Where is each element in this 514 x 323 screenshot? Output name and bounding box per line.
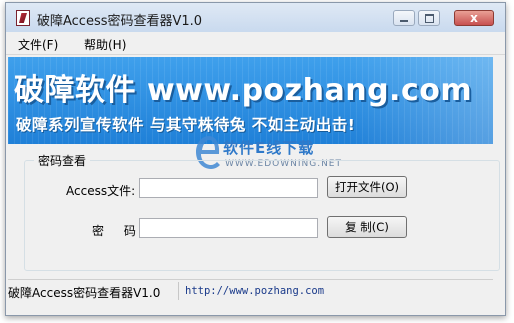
- access-file-label: Access文件:: [66, 184, 136, 198]
- status-app-name: 破障Access密码查看器V1.0: [8, 286, 161, 300]
- password-view-group: [24, 160, 500, 271]
- menu-help[interactable]: 帮助(H): [84, 36, 126, 53]
- copy-button[interactable]: 复 制(C): [327, 216, 407, 238]
- status-website-link[interactable]: http://www.pozhang.com: [185, 285, 324, 297]
- close-button[interactable]: x: [454, 10, 494, 26]
- access-file-input[interactable]: [139, 178, 318, 198]
- banner-slogan: 破障系列宣传软件 与其守株待兔 不如主动出击!: [16, 116, 356, 134]
- promo-banner[interactable]: 破障软件 www.pozhang.com 破障系列宣传软件 与其守株待兔 不如主…: [8, 57, 493, 144]
- app-logo-icon: [16, 10, 30, 26]
- status-divider: [178, 282, 179, 300]
- maximize-button[interactable]: [418, 10, 440, 26]
- password-output-field[interactable]: [139, 218, 318, 238]
- open-file-button[interactable]: 打开文件(O): [327, 176, 407, 198]
- window-title: 破障Access密码查看器V1.0: [37, 14, 203, 29]
- title-bar[interactable]: 破障Access密码查看器V1.0 x: [6, 3, 505, 33]
- menu-file[interactable]: 文件(F): [18, 36, 58, 53]
- minimize-button[interactable]: [393, 10, 415, 26]
- banner-headline: 破障软件 www.pozhang.com: [14, 73, 473, 108]
- watermark-title: 软件E线下载: [223, 139, 315, 157]
- status-bar: 破障Access密码查看器V1.0 http://www.pozhang.com: [8, 279, 493, 302]
- group-legend: 密码查看: [34, 152, 91, 169]
- menu-bar: 文件(F) 帮助(H): [6, 32, 505, 55]
